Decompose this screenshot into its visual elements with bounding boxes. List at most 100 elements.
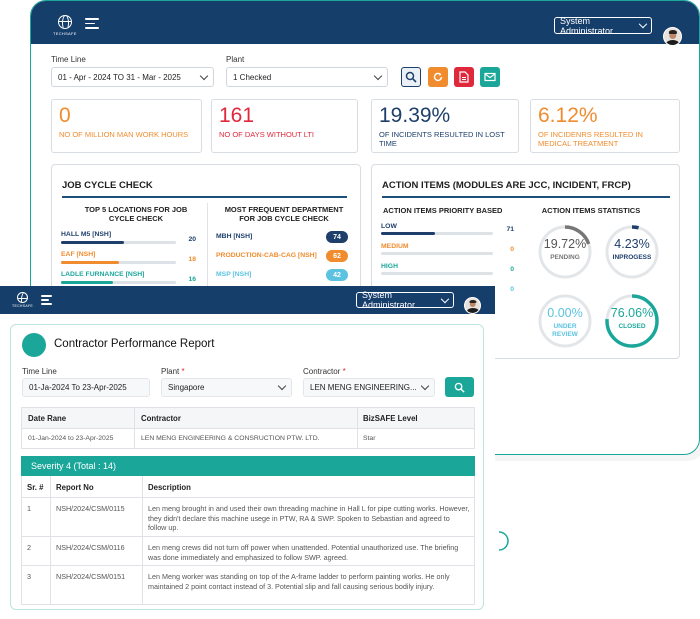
logo-text: TECHSAFE bbox=[53, 31, 77, 36]
contractor-label: Contractor bbox=[303, 367, 341, 376]
pdf-icon bbox=[459, 71, 469, 83]
priority-count: 0 bbox=[510, 286, 514, 293]
report-number: NSH/2024/CSM/0116 bbox=[56, 543, 125, 552]
kpi-value: 161 bbox=[219, 104, 255, 127]
table-row[interactable]: 2 NSH/2024/CSM/0116 Len meng crews did n… bbox=[22, 537, 474, 565]
email-button[interactable] bbox=[480, 67, 500, 87]
page-title: Contractor Performance Report bbox=[54, 338, 215, 350]
user-role-value: System Administrator bbox=[362, 290, 416, 310]
stat-ring-under-review: 0.00% UNDER REVIEW bbox=[536, 292, 594, 350]
menu-icon[interactable] bbox=[41, 295, 52, 305]
user-avatar[interactable] bbox=[464, 296, 481, 314]
severity-section-header[interactable]: Severity 4 (Total : 14) bbox=[21, 456, 475, 476]
departments-subtitle: MOST FREQUENT DEPARTMENT FOR JOB CYCLE C… bbox=[224, 205, 344, 223]
location-label: EAF [NSH] bbox=[61, 251, 96, 258]
user-role-value: System Administrator bbox=[560, 15, 614, 36]
kpi-card-medical-treatment: 6.12% OF INCIDENRS RESULTED IN MEDICAL T… bbox=[530, 99, 680, 153]
top-navbar: TECHSAFE System Administrator bbox=[0, 286, 495, 314]
plant-label: Plant bbox=[226, 55, 245, 64]
timeline-select[interactable]: 01 - Apr - 2024 TO 31 - Mar - 2025 bbox=[51, 67, 214, 87]
kpi-value: 0 bbox=[59, 104, 71, 127]
stat-label: INPROGESS bbox=[612, 254, 652, 261]
menu-icon[interactable] bbox=[85, 18, 99, 29]
location-bar-fill bbox=[61, 261, 119, 264]
column-header: Description bbox=[148, 483, 191, 492]
department-label: MSP [NSH] bbox=[216, 271, 252, 278]
stat-label: PENDING bbox=[550, 254, 580, 261]
table-cell: 01-Jan-2024 to 23-Apr-2025 bbox=[28, 435, 114, 442]
pdf-button[interactable] bbox=[454, 67, 474, 87]
stat-value: 19.72% bbox=[543, 237, 587, 251]
priority-bar bbox=[381, 252, 493, 255]
priority-label: MEDIUM bbox=[381, 243, 409, 250]
app-logo[interactable]: TECHSAFE bbox=[12, 292, 33, 308]
stat-ring-closed: 76.06% CLOSED bbox=[603, 292, 661, 350]
report-number: NSH/2024/CSM/0115 bbox=[56, 504, 125, 513]
stat-value: 4.23% bbox=[614, 237, 650, 251]
row-description: Len meng crews did not turn off power wh… bbox=[148, 543, 459, 562]
globe-icon bbox=[17, 292, 29, 303]
chevron-down-icon bbox=[440, 294, 450, 303]
timeline-input[interactable]: 01-Ja-2024 To 23-Apr-2025 bbox=[22, 378, 150, 397]
column-header: BizSAFE Level bbox=[363, 414, 418, 423]
timeline-value: 01 - Apr - 2024 TO 31 - Mar - 2025 bbox=[58, 72, 181, 82]
column-header: Contractor bbox=[141, 414, 181, 423]
required-mark: * bbox=[342, 367, 346, 376]
location-bar bbox=[61, 281, 176, 284]
panel-title: ACTION ITEMS (MODULES ARE JCC, INCIDENT,… bbox=[382, 180, 670, 198]
plant-label: Plant bbox=[161, 367, 180, 376]
priority-count: 0 bbox=[510, 246, 514, 253]
department-count-badge: 62 bbox=[326, 250, 348, 262]
plant-value: Singapore bbox=[168, 383, 205, 392]
user-role-select[interactable]: System Administrator bbox=[356, 290, 454, 310]
search-button[interactable] bbox=[445, 377, 474, 397]
user-avatar[interactable] bbox=[663, 27, 682, 46]
logo-text: TECHSAFE bbox=[12, 304, 34, 308]
ring-gauge bbox=[605, 294, 659, 348]
row-description: Len meng brought in and used their own t… bbox=[148, 504, 470, 532]
location-count: 20 bbox=[188, 236, 196, 243]
report-window: TECHSAFE System Administrator Contractor… bbox=[0, 286, 495, 619]
column-header: Date Rane bbox=[28, 414, 67, 423]
kpi-label: OF INCIDENTS RESULTED IN LOST TIME bbox=[379, 130, 505, 148]
plant-select[interactable]: Singapore bbox=[161, 378, 292, 397]
contractor-value: LEN MENG ENGINEERING... bbox=[310, 383, 417, 392]
plant-select[interactable]: 1 Checked bbox=[226, 67, 388, 87]
column-header: Report No bbox=[56, 483, 94, 492]
globe-icon bbox=[57, 15, 72, 29]
priority-label: LOW bbox=[381, 223, 397, 230]
table-row[interactable]: 3 NSH/2024/CSM/0151 Len Meng worker was … bbox=[22, 566, 474, 604]
refresh-button[interactable] bbox=[428, 67, 448, 87]
ring-gauge bbox=[538, 294, 592, 348]
summary-table: Date Rane Contractor BizSAFE Level 01-Ja… bbox=[21, 407, 475, 449]
stat-value: 0.00% bbox=[547, 306, 583, 320]
location-bar bbox=[61, 241, 176, 244]
department-count-badge: 74 bbox=[326, 231, 348, 243]
priority-label: HIGH bbox=[381, 263, 398, 270]
kpi-card-man-hours: 0 NO OF MILLION MAN WORK HOURS bbox=[51, 99, 202, 153]
chevron-down-icon bbox=[373, 71, 383, 80]
kpi-label: NO OF MILLION MAN WORK HOURS bbox=[59, 130, 189, 139]
location-bar bbox=[61, 261, 176, 264]
location-bar-fill bbox=[61, 241, 125, 244]
column-header: Sr. # bbox=[27, 483, 44, 492]
stat-ring-inprogess: 4.23% INPROGESS bbox=[603, 223, 661, 281]
priority-subtitle: ACTION ITEMS PRIORITY BASED bbox=[383, 206, 503, 215]
table-row[interactable]: 1 NSH/2024/CSM/0115 Len meng brought in … bbox=[22, 498, 474, 536]
location-label: LADLE FURNANCE [NSH] bbox=[61, 271, 145, 278]
app-logo[interactable]: TECHSAFE bbox=[53, 15, 77, 36]
priority-bar bbox=[381, 272, 493, 275]
kpi-label: OF INCIDENRS RESULTED IN MEDICAL TREATME… bbox=[538, 130, 643, 148]
report-card: Contractor Performance Report Time Line … bbox=[10, 324, 484, 610]
ring-gauge bbox=[605, 225, 659, 279]
timeline-label: Time Line bbox=[51, 55, 86, 64]
search-icon bbox=[454, 382, 465, 393]
search-button[interactable] bbox=[401, 67, 421, 87]
department-count-badge: 42 bbox=[326, 269, 348, 281]
row-number: 1 bbox=[27, 504, 31, 513]
contractor-select[interactable]: LEN MENG ENGINEERING... bbox=[303, 378, 435, 397]
timeline-value: 01-Ja-2024 To 23-Apr-2025 bbox=[29, 383, 127, 392]
panel-title: JOB CYCLE CHECK bbox=[62, 180, 347, 198]
user-role-select[interactable]: System Administrator bbox=[554, 15, 652, 36]
detail-table: Sr. # Report No Description 1 NSH/2024/C… bbox=[21, 476, 475, 605]
